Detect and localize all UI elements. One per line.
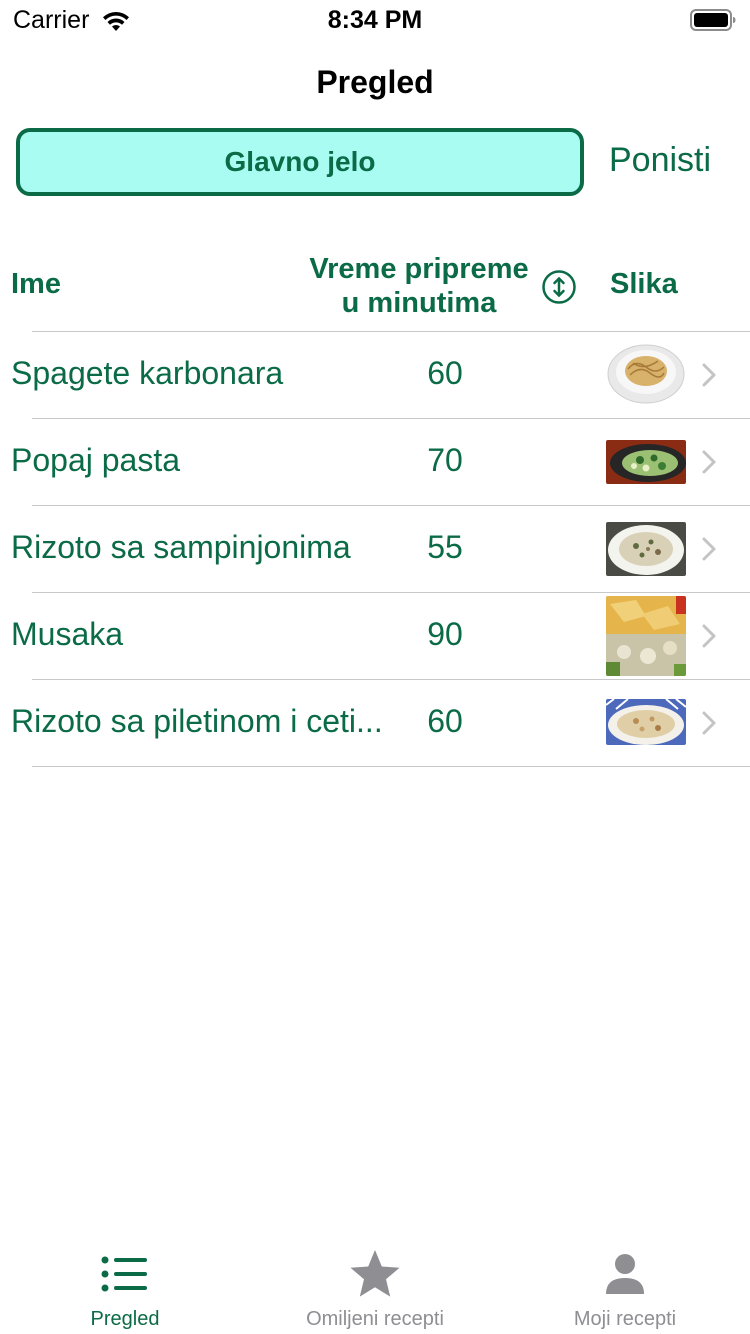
recipe-prep-time: 60 <box>427 703 463 739</box>
table-row[interactable]: Musaka 90 <box>0 592 750 679</box>
category-filter-label: Glavno jelo <box>224 146 376 177</box>
chevron-right-icon <box>702 537 716 561</box>
recipe-thumbnail <box>606 341 686 405</box>
battery-icon <box>690 9 736 31</box>
star-icon <box>350 1250 400 1297</box>
recipe-thumbnail <box>606 522 686 576</box>
column-header-image: Slika <box>610 268 678 300</box>
recipe-name: Rizoto sa sampinjonima <box>11 529 351 565</box>
tab-label: Pregled <box>90 1308 160 1330</box>
chevron-right-icon <box>702 450 716 474</box>
recipe-name: Popaj pasta <box>11 442 181 478</box>
chevron-right-icon <box>702 624 716 648</box>
table-row[interactable]: Rizoto sa piletinom i ceti... 60 <box>0 679 750 766</box>
tab-omiljeni-recepti[interactable]: Omiljeni recepti <box>250 1234 500 1334</box>
tab-moji-recepti[interactable]: Moji recepti <box>500 1234 750 1334</box>
clock: 8:34 PM <box>327 6 423 34</box>
reset-filter-button[interactable]: Ponisti <box>609 141 711 180</box>
column-header-prep-time-line1: Vreme pripreme <box>309 253 529 285</box>
table-row[interactable]: Spagete karbonara 60 <box>0 331 750 418</box>
column-header-prep-time-line2: u minutima <box>341 287 497 319</box>
recipe-name: Spagete karbonara <box>11 355 284 391</box>
recipe-prep-time: 55 <box>427 529 463 565</box>
recipe-prep-time: 70 <box>427 442 463 478</box>
recipe-thumbnail <box>606 699 686 745</box>
category-filter-button[interactable]: Glavno jelo <box>16 128 584 196</box>
page-title: Pregled <box>316 64 434 100</box>
divider <box>32 766 750 767</box>
tab-label: Moji recepti <box>573 1308 677 1330</box>
recipe-prep-time: 90 <box>427 616 463 652</box>
sort-toggle-icon[interactable] <box>541 269 577 305</box>
recipe-name: Musaka <box>11 616 124 652</box>
recipe-name: Rizoto sa piletinom i ceti... <box>11 703 383 739</box>
person-icon <box>606 1254 644 1294</box>
chevron-right-icon <box>702 711 716 735</box>
tab-label: Omiljeni recepti <box>306 1308 444 1330</box>
chevron-right-icon <box>702 363 716 387</box>
tab-pregled[interactable]: Pregled <box>0 1234 250 1334</box>
tab-bar: Pregled Omiljeni recepti Moji recepti <box>0 1234 750 1334</box>
recipe-prep-time: 60 <box>427 355 463 391</box>
table-row[interactable]: Rizoto sa sampinjonima 55 <box>0 505 750 592</box>
status-bar: Carrier 8:34 PM <box>0 0 750 40</box>
column-header-prep-time[interactable]: Vreme pripreme u minutima <box>290 252 548 320</box>
recipe-thumbnail <box>606 596 686 676</box>
list-icon <box>101 1256 147 1292</box>
column-header-name: Ime <box>11 268 61 300</box>
recipe-thumbnail <box>606 440 686 484</box>
table-row[interactable]: Popaj pasta 70 <box>0 418 750 505</box>
